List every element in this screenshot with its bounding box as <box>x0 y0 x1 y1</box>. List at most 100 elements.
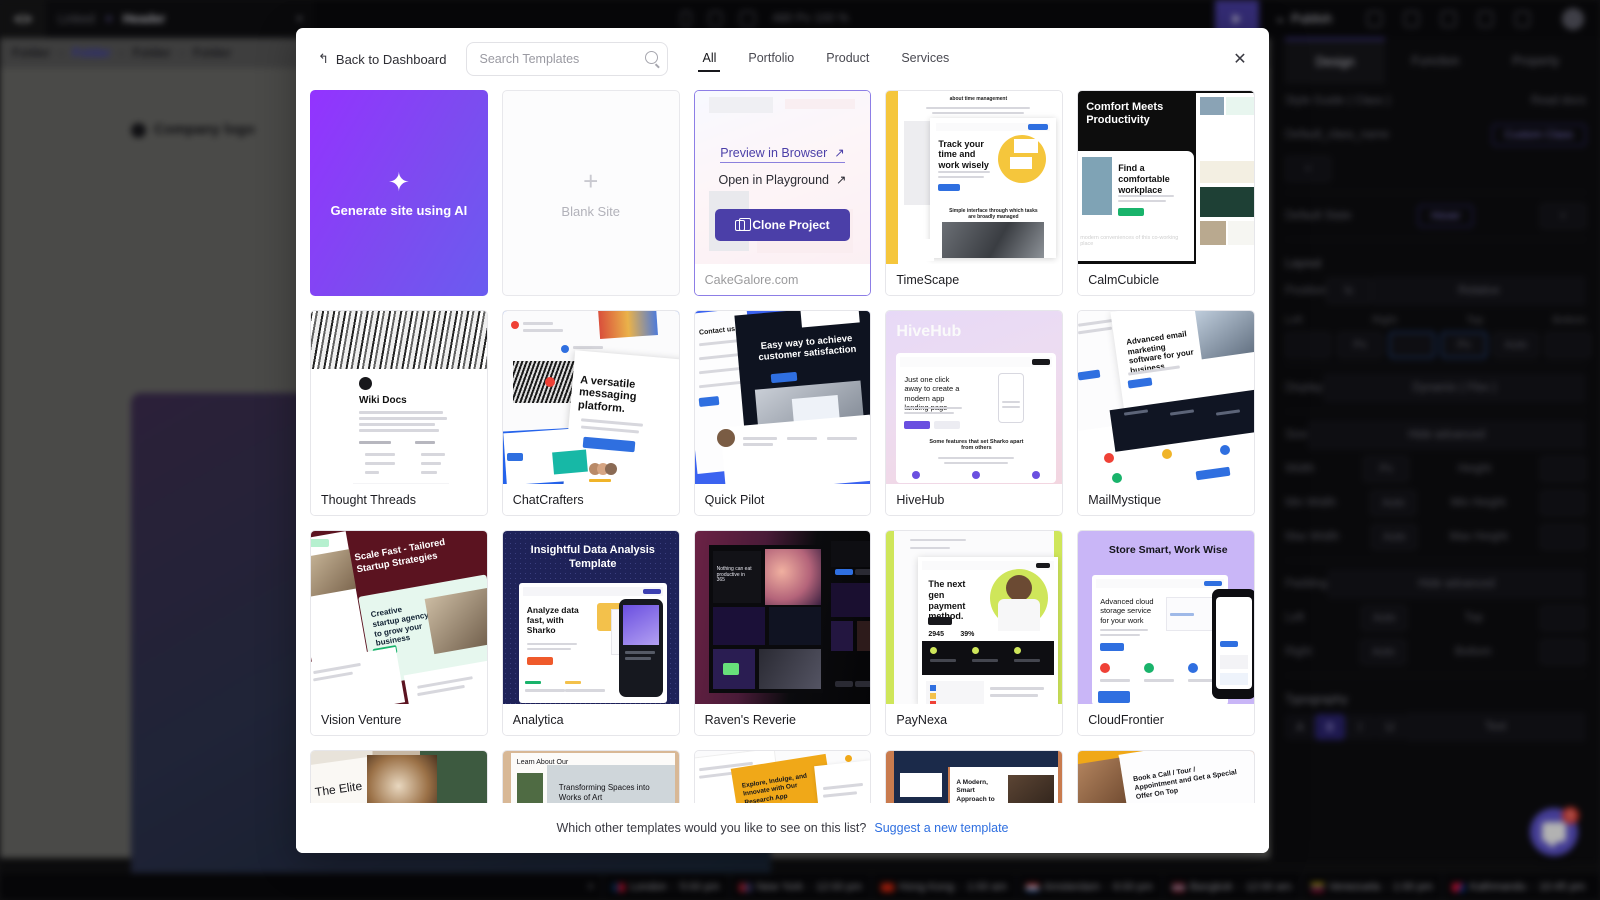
breadcrumb-item-0[interactable]: Folder <box>12 46 50 60</box>
min-height-input[interactable] <box>1539 490 1586 516</box>
read-docs-link[interactable]: Read docs <box>1531 95 1586 107</box>
position-fx-button[interactable]: fx <box>1325 278 1372 304</box>
clock-bangkok[interactable]: Bangkok: 12:00 am <box>1161 874 1301 900</box>
breadcrumb-item-3[interactable]: Folder <box>193 46 231 60</box>
blank-site-card[interactable]: + Blank Site <box>501 90 680 296</box>
avatar[interactable] <box>1562 8 1584 30</box>
tab-product[interactable]: Product <box>810 45 885 74</box>
padding-bottom-input[interactable] <box>1539 639 1586 665</box>
chevron-down-icon[interactable]: ▾ <box>297 14 302 25</box>
position-value-select[interactable]: Relative <box>1371 276 1586 306</box>
generate-with-ai-card[interactable]: ✦ Generate site using AI <box>310 90 488 296</box>
width-unit[interactable]: Px <box>1363 456 1410 482</box>
template-card-thought-threads[interactable]: Wiki Docs Thought Threads <box>310 310 488 516</box>
template-card-hivehub[interactable]: HiveHub Just one click away to create a … <box>885 310 1064 516</box>
back-to-dashboard-button[interactable]: ↰ Back to Dashboard <box>310 45 454 73</box>
thumb-sub: Analyze data fast, with Sharko <box>526 605 579 636</box>
template-card-chatcrafters[interactable]: A versatile messaging platform. ChatCraf… <box>501 310 680 516</box>
template-card-ravens-reverie[interactable]: Nothing can eat productive in 365 Raven'… <box>693 530 872 736</box>
template-card-analytica[interactable]: Insightful Data Analysis Template Analyz… <box>501 530 680 736</box>
custom-class-button[interactable]: Custom Class <box>1491 124 1586 146</box>
clone-project-button[interactable]: Clone Project <box>715 209 850 241</box>
template-card-book-a-call[interactable]: Book a Call / Tour / Appointment and Get… <box>1077 750 1255 803</box>
breadcrumb-item-1[interactable]: Folder <box>72 46 110 60</box>
font-color-icon[interactable]: A <box>1285 714 1315 740</box>
padding-top-input[interactable] <box>1539 605 1586 631</box>
hide-advanced-size-button[interactable]: Hide advanced <box>1307 420 1586 450</box>
template-card-the-elite[interactable]: The Elite <box>310 750 488 803</box>
clock-amsterdam[interactable]: Amsterdam: 6:00 pm <box>1015 874 1162 900</box>
element-selector[interactable]: Linked ✧ Header ▾ <box>46 0 314 38</box>
tablet-icon[interactable] <box>708 11 722 27</box>
thumb-headline: Comfort Meets Productivity <box>1086 101 1164 127</box>
close-modal-button[interactable]: ✕ <box>1229 48 1251 70</box>
close-icon[interactable]: × <box>580 881 602 893</box>
templates-scroll-area[interactable]: ✦ Generate site using AI + Blank Site Pr… <box>296 90 1269 803</box>
padding-right-input[interactable]: Auto <box>1360 639 1407 665</box>
tab-function[interactable]: Function <box>1385 38 1485 84</box>
tab-all[interactable]: All <box>686 45 732 74</box>
breadcrumb-item-2[interactable]: Folder <box>133 46 171 60</box>
add-class-button[interactable]: + <box>1285 156 1331 182</box>
template-card-transforming-spaces[interactable]: Learn About Our Transforming Spaces into… <box>501 750 680 803</box>
offset-left-input[interactable] <box>1285 332 1331 358</box>
tab-services[interactable]: Services <box>885 45 965 74</box>
tab-property[interactable]: Property <box>1486 38 1586 84</box>
settings-icon[interactable] <box>1404 11 1419 27</box>
template-card-mailmystique[interactable]: Advanced email marketing software for yo… <box>1077 310 1255 516</box>
hide-advanced-padding-button[interactable]: Hide advanced <box>1327 569 1586 599</box>
preview-in-browser-link[interactable]: Preview in Browser ↗ <box>720 145 845 163</box>
tab-design[interactable]: Design <box>1285 38 1386 84</box>
template-card-timescape[interactable]: about time management Track your time an… <box>885 90 1064 296</box>
text-style-select[interactable]: Text <box>1405 712 1586 742</box>
history-icon[interactable] <box>1367 11 1382 27</box>
template-card-calmcubicle[interactable]: Comfort Meets Productivity Find a comfor… <box>1077 90 1255 296</box>
min-width-input[interactable]: Auto <box>1370 490 1417 516</box>
tab-portfolio[interactable]: Portfolio <box>732 45 810 74</box>
bold-button[interactable]: B <box>1315 714 1345 740</box>
add-state-button[interactable]: + <box>1539 203 1586 229</box>
open-in-playground-link[interactable]: Open in Playground ↗ <box>719 172 847 188</box>
template-card-cakegalore[interactable]: Preview in Browser ↗ Open in Playground … <box>693 90 872 296</box>
hover-state-button[interactable]: Hover <box>1418 205 1474 227</box>
template-card-vision-venture[interactable]: Scale Fast - Tailored Startup Strategies… <box>310 530 488 736</box>
offset-left-unit[interactable]: Px <box>1337 332 1383 358</box>
publish-button[interactable]: ⌁ Publish <box>1259 0 1349 38</box>
template-card-paynexa[interactable]: The next gen payment method. 2945 39% <box>885 530 1064 736</box>
default-state-label[interactable]: Default State <box>1285 210 1351 222</box>
height-input[interactable] <box>1540 456 1586 482</box>
template-thumbnail: Scale Fast - Tailored Startup Strategies… <box>311 531 487 704</box>
clock-london[interactable]: London: 5:00 pm <box>601 874 729 900</box>
template-card-research-app[interactable]: Explore, Indulge, and Innovate with Our … <box>693 750 872 803</box>
italic-button[interactable]: I <box>1345 714 1375 740</box>
offset-bottom-input[interactable] <box>1545 332 1591 358</box>
max-height-input[interactable] <box>1539 524 1586 550</box>
template-card-quick-pilot[interactable]: Contact us Easy way to achieve customer … <box>693 310 872 516</box>
template-card-sales-tax[interactable]: A Modern, Smart Approach to Sales Tax Co… <box>885 750 1064 803</box>
clock-new-york[interactable]: New York: 12:00 pm <box>728 874 871 900</box>
app-logo-icon[interactable]: <> <box>0 0 46 38</box>
max-width-input[interactable]: Auto <box>1371 524 1418 550</box>
clock-venezuela[interactable]: Venezuela: 1:00 pm <box>1300 874 1442 900</box>
suggest-new-template-link[interactable]: Suggest a new template <box>874 821 1008 835</box>
underline-button[interactable]: U <box>1375 714 1405 740</box>
eye-icon[interactable] <box>1441 11 1456 27</box>
intercom-launcher[interactable]: 1 <box>1530 807 1579 856</box>
offset-top-input[interactable]: Auto <box>1493 332 1539 358</box>
company-logo-label: Company logo <box>154 122 255 138</box>
template-name: Thought Threads <box>311 484 487 515</box>
phone-icon[interactable] <box>680 11 691 27</box>
desktop-icon[interactable] <box>739 11 755 27</box>
search-input[interactable] <box>466 42 669 76</box>
display-value-select[interactable]: Dynamic ( Flex ) <box>1322 373 1586 403</box>
help-icon[interactable] <box>1515 11 1530 27</box>
clock-hong-kong[interactable]: Hong Kong: 1:00 am <box>870 874 1016 900</box>
template-card-cloudfrontier[interactable]: Store Smart, Work Wise Advanced cloud st… <box>1077 530 1255 736</box>
share-icon[interactable] <box>1478 11 1493 27</box>
default-class-name[interactable]: Default_class_name <box>1285 129 1389 141</box>
offset-right-input[interactable] <box>1389 332 1435 358</box>
canvas-company-logo[interactable]: Company logo <box>131 122 255 138</box>
clock-kathmandu[interactable]: Kathmandu: 10:45 pm <box>1441 874 1594 900</box>
offset-right-unit[interactable]: Px <box>1441 332 1487 358</box>
padding-left-input[interactable]: Auto <box>1361 605 1408 631</box>
